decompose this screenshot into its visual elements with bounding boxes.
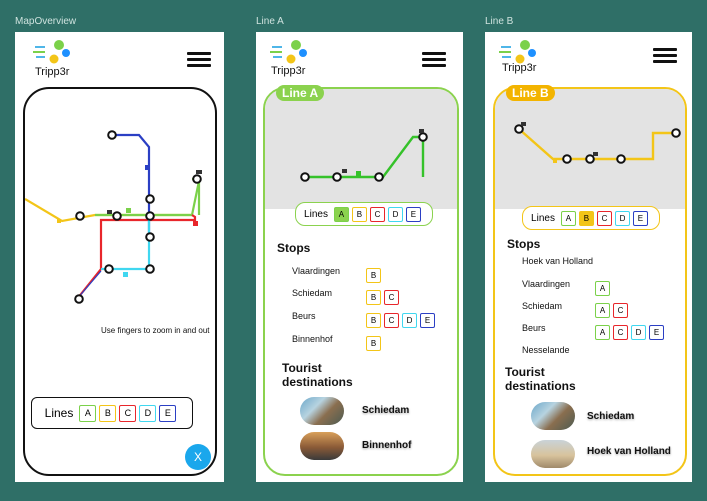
chip-line-b[interactable]: B (366, 336, 381, 351)
app-name: Tripp3r (35, 66, 70, 78)
chip-line-a[interactable]: A (79, 404, 97, 422)
chip-line-e[interactable]: E (649, 325, 664, 340)
stop-lines: AC (595, 300, 631, 318)
chip-line-c[interactable]: C (369, 206, 385, 222)
chip-line-c[interactable]: C (613, 303, 628, 318)
destination-thumbnail[interactable] (531, 402, 575, 430)
chip-line-b[interactable]: B (366, 290, 381, 305)
close-icon: X (193, 450, 202, 464)
hamburger-menu-icon[interactable] (422, 52, 446, 68)
frame-label-line-b: Line B (485, 16, 514, 27)
stop-lines: ACDE (595, 322, 667, 340)
chip-line-a[interactable]: A (595, 281, 610, 296)
stop-name[interactable]: Schiedam (292, 288, 332, 298)
line-b-map[interactable] (495, 89, 685, 209)
chip-line-c[interactable]: C (384, 313, 399, 328)
app-logo (33, 40, 70, 64)
chip-line-e[interactable]: E (632, 210, 648, 226)
chip-line-d[interactable]: D (631, 325, 646, 340)
lines-filter-bar: Lines A B C D E (31, 397, 193, 429)
destination-name[interactable]: Binnenhof (362, 440, 411, 451)
line-badge: Line A (276, 85, 325, 101)
stop-name[interactable]: Hoek van Holland (522, 256, 593, 266)
app-logo (270, 40, 307, 64)
line-badge: Line B (506, 85, 555, 101)
line-b-screen: Tripp3r Lines A B C D E Stops Hoek van H… (485, 32, 692, 482)
chip-line-e[interactable]: E (159, 404, 177, 422)
line-a-screen: Tripp3r Lines A B C D E Stops Vlaardinge… (256, 32, 463, 482)
chip-line-e[interactable]: E (420, 313, 435, 328)
lines-label: Lines (531, 212, 555, 224)
stop-lines: B (366, 265, 384, 283)
lines-filter-bar: Lines A B C D E (295, 202, 433, 226)
frame-label-overview: MapOverview (15, 16, 77, 27)
tourist-title: Tourist destinations (282, 361, 353, 389)
destination-name[interactable]: Schiedam (362, 405, 409, 416)
chip-line-c[interactable]: C (613, 325, 628, 340)
hamburger-menu-icon[interactable] (653, 48, 677, 64)
tourist-title-line-2: destinations (505, 379, 576, 393)
tourist-title: Tourist destinations (505, 365, 576, 393)
stop-name[interactable]: Nesselande (522, 345, 570, 355)
lines-filter-bar: Lines A B C D E (522, 206, 660, 230)
stop-name[interactable]: Vlaardingen (522, 279, 570, 289)
tourist-title-line-2: destinations (282, 375, 353, 389)
stops-title: Stops (507, 237, 541, 251)
stop-lines: BC (366, 287, 402, 305)
line-a-card: Lines A B C D E Stops Vlaardingen B Schi… (263, 87, 459, 476)
destination-name[interactable]: Schiedam (587, 411, 634, 422)
destination-thumbnail[interactable] (300, 397, 344, 425)
line-a-map[interactable] (265, 89, 457, 209)
chip-line-a[interactable]: A (595, 325, 610, 340)
chip-line-b[interactable]: B (351, 206, 367, 222)
chip-line-c[interactable]: C (119, 404, 137, 422)
chip-line-a[interactable]: A (595, 303, 610, 318)
lines-label: Lines (304, 208, 328, 220)
stop-lines: A (595, 278, 613, 296)
tourist-title-line-1: Tourist (282, 361, 322, 375)
frame-label-line-a: Line A (256, 16, 284, 27)
chip-line-d[interactable]: D (387, 206, 403, 222)
chip-line-a[interactable]: A (333, 206, 349, 222)
stop-lines: BCDE (366, 310, 438, 328)
chip-line-b[interactable]: B (366, 313, 381, 328)
destination-thumbnail[interactable] (531, 440, 575, 468)
line-b-card: Lines A B C D E Stops Hoek van Holland V… (493, 87, 687, 476)
app-name: Tripp3r (502, 62, 537, 74)
app-name: Tripp3r (271, 65, 306, 77)
chip-line-c[interactable]: C (384, 290, 399, 305)
chip-line-b[interactable]: B (366, 268, 381, 283)
line-b-route (514, 122, 681, 164)
destination-thumbnail[interactable] (300, 432, 344, 460)
chip-line-e[interactable]: E (405, 206, 421, 222)
destination-name[interactable]: Hoek van Holland (587, 446, 671, 457)
stop-name[interactable]: Schiedam (522, 301, 562, 311)
map-panel[interactable]: Use fingers to zoom in and out Lines A B… (23, 87, 217, 476)
stop-name[interactable]: Binnenhof (292, 334, 333, 344)
zoom-hint: Use fingers to zoom in and out (101, 326, 210, 335)
tourist-title-line-1: Tourist (505, 365, 545, 379)
stop-name[interactable]: Vlaardingen (292, 266, 340, 276)
stop-name[interactable]: Beurs (292, 311, 316, 321)
hamburger-menu-icon[interactable] (187, 52, 211, 68)
chip-line-b[interactable]: B (99, 404, 117, 422)
stop-name[interactable]: Beurs (522, 323, 546, 333)
lines-label: Lines (44, 406, 74, 420)
chip-line-a[interactable]: A (560, 210, 576, 226)
chip-line-d[interactable]: D (139, 404, 157, 422)
chip-line-c[interactable]: C (596, 210, 612, 226)
chip-line-d[interactable]: D (614, 210, 630, 226)
chip-line-b[interactable]: B (578, 210, 594, 226)
chip-line-d[interactable]: D (402, 313, 417, 328)
map-overview-screen: Tripp3r Use fingers to zoom in and out L… (15, 32, 224, 482)
stops-title: Stops (277, 241, 311, 255)
close-button[interactable]: X (185, 444, 211, 470)
line-a-route (300, 129, 428, 182)
stop-lines: B (366, 333, 384, 351)
